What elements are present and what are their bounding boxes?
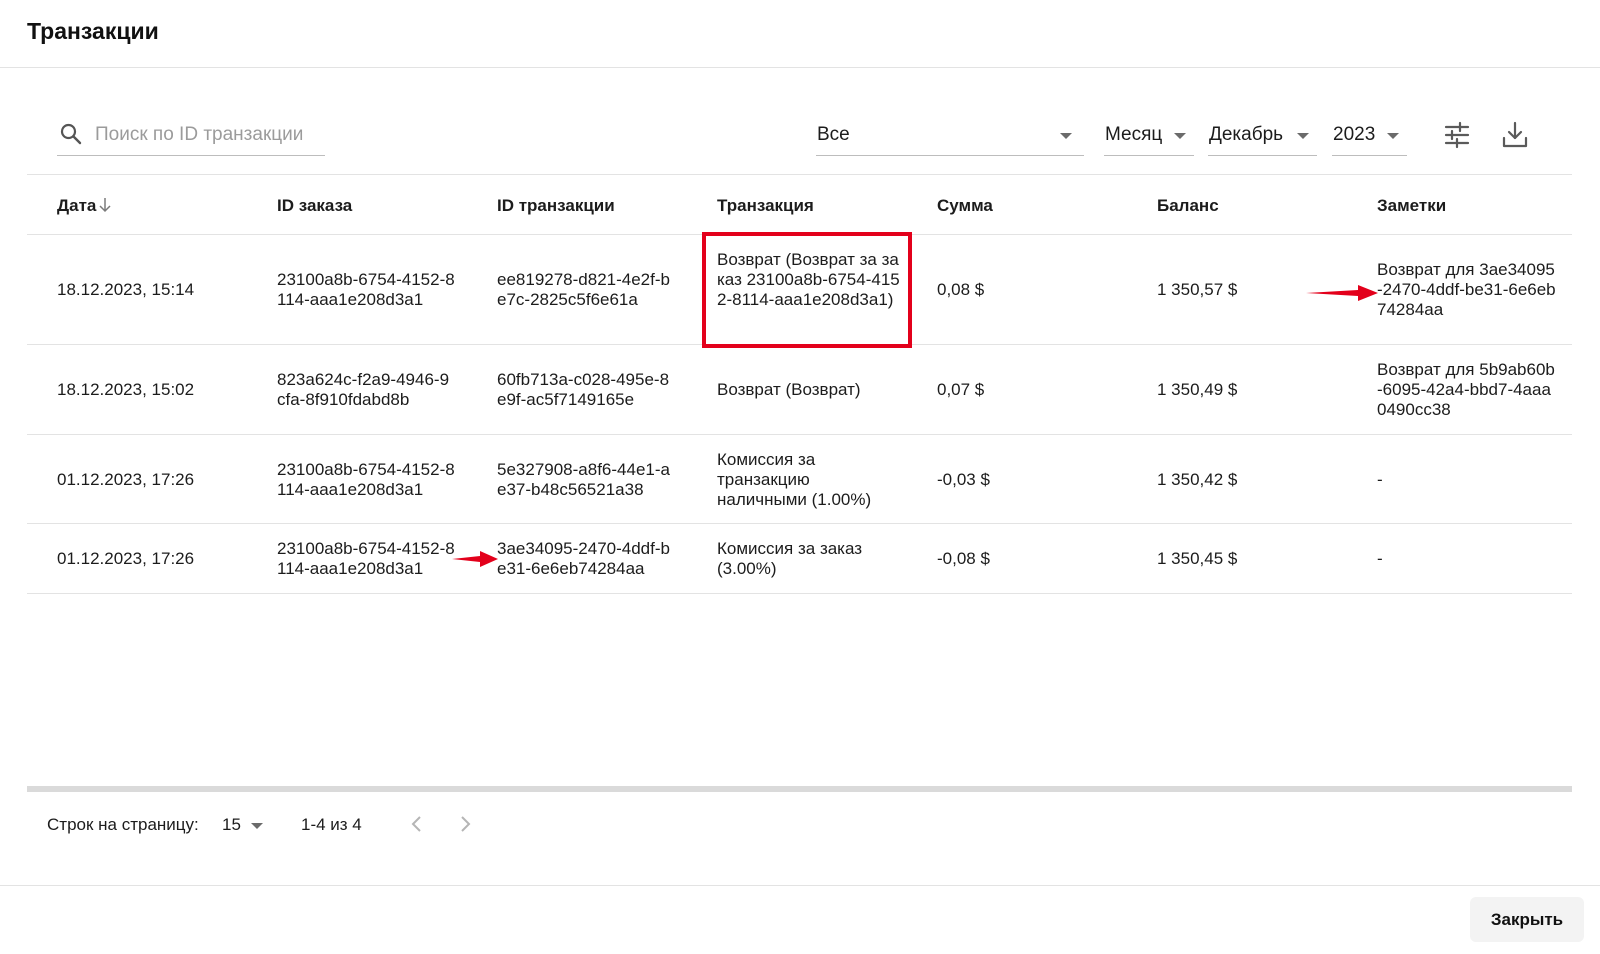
pagination-range: 1-4 из 4 bbox=[301, 815, 362, 834]
cell-date: 18.12.2023, 15:14 bbox=[57, 280, 195, 299]
cell-notes: Возврат для 3ae34095-2470-4ddf-be31-6e6e… bbox=[1377, 260, 1556, 319]
period-select[interactable]: Месяц bbox=[1104, 114, 1194, 156]
annotation-arrow-icon bbox=[1306, 285, 1378, 301]
caret-down-icon bbox=[1297, 133, 1309, 139]
column-header-date-label: Дата bbox=[57, 196, 97, 215]
transaction-type-select[interactable]: Все bbox=[816, 114, 1084, 156]
annotation-arrow-icon bbox=[452, 551, 498, 567]
cell-transaction-id: ee819278-d821-4e2f-be7c-2825c5f6e61a bbox=[497, 270, 670, 309]
cell-date: 18.12.2023, 15:02 bbox=[57, 380, 195, 399]
cell-transaction: Возврат (Возврат) bbox=[717, 380, 861, 399]
download-icon[interactable] bbox=[1500, 120, 1530, 150]
column-header-transaction-id: ID транзакции bbox=[497, 196, 615, 215]
cell-order-id: 23100a8b-6754-4152-8114-aaa1e208d3a1 bbox=[277, 539, 455, 578]
cell-transaction-id: 60fb713a-c028-495e-8e9f-ac5f7149165e bbox=[497, 370, 670, 409]
search-box[interactable] bbox=[57, 114, 325, 156]
rows-per-page-select[interactable]: 15 bbox=[222, 815, 241, 835]
rows-per-page-label: Строк на страницу: bbox=[47, 815, 199, 834]
cell-order-id: 23100a8b-6754-4152-8114-aaa1e208d3a1 bbox=[277, 460, 455, 499]
cell-notes: - bbox=[1377, 470, 1383, 489]
column-header-notes: Заметки bbox=[1377, 196, 1447, 215]
column-header-amount: Сумма bbox=[937, 196, 993, 215]
dialog-header: Транзакции bbox=[0, 0, 1600, 68]
cell-transaction: Комиссия за заказ (3.00%) bbox=[717, 539, 863, 578]
tune-icon[interactable] bbox=[1442, 120, 1472, 150]
cell-notes: Возврат для 5b9ab60b-6095-42a4-bbd7-4aaa… bbox=[1377, 360, 1555, 419]
cell-amount: -0,08 $ bbox=[937, 549, 990, 568]
caret-down-icon bbox=[1174, 133, 1186, 139]
column-header-transaction: Транзакция bbox=[717, 196, 814, 215]
cell-date: 01.12.2023, 17:26 bbox=[57, 470, 195, 489]
search-input[interactable] bbox=[95, 122, 321, 148]
cell-date: 01.12.2023, 17:26 bbox=[57, 549, 195, 568]
dialog-footer bbox=[0, 885, 1600, 954]
table-row[interactable]: 01.12.2023, 17:26 23100a8b-6754-4152-811… bbox=[27, 435, 1572, 524]
year-select[interactable]: 2023 bbox=[1332, 114, 1407, 156]
close-button[interactable]: Закрыть bbox=[1470, 897, 1584, 942]
year-value: 2023 bbox=[1333, 124, 1376, 145]
caret-down-icon[interactable] bbox=[251, 823, 263, 829]
period-value: Месяц bbox=[1105, 124, 1163, 145]
table-row[interactable]: 01.12.2023, 17:26 23100a8b-6754-4152-811… bbox=[27, 524, 1572, 594]
caret-down-icon bbox=[1387, 133, 1399, 139]
cell-transaction-id: 5e327908-a8f6-44e1-ae37-b48c56521a38 bbox=[497, 460, 670, 499]
table-header: Дата ID заказа ID транзакции Транзакция … bbox=[27, 175, 1572, 235]
table-row[interactable]: 18.12.2023, 15:02 823a624c-f2a9-4946-9cf… bbox=[27, 345, 1572, 435]
month-select[interactable]: Декабрь bbox=[1208, 114, 1317, 156]
horizontal-scrollbar[interactable] bbox=[27, 786, 1572, 792]
cell-amount: 0,08 $ bbox=[937, 280, 985, 299]
cell-transaction: Комиссия за транзакцию наличными (1.00%) bbox=[717, 450, 872, 509]
cell-order-id: 823a624c-f2a9-4946-9cfa-8f910fdabd8b bbox=[277, 370, 450, 409]
cell-transaction-id: 3ae34095-2470-4ddf-be31-6e6eb74284aa bbox=[497, 539, 670, 578]
cell-balance: 1 350,49 $ bbox=[1157, 380, 1238, 399]
search-icon bbox=[60, 123, 82, 145]
transaction-type-value: Все bbox=[817, 124, 850, 145]
cell-balance: 1 350,42 $ bbox=[1157, 470, 1238, 489]
arrow-down-icon bbox=[99, 198, 111, 213]
caret-down-icon bbox=[1060, 133, 1072, 139]
column-header-date[interactable]: Дата bbox=[57, 196, 112, 216]
chevron-left-icon[interactable] bbox=[405, 812, 429, 836]
cell-order-id: 23100a8b-6754-4152-8114-aaa1e208d3a1 bbox=[277, 270, 455, 309]
page-title: Транзакции bbox=[27, 18, 159, 44]
column-header-order-id: ID заказа bbox=[277, 196, 353, 215]
cell-balance: 1 350,45 $ bbox=[1157, 549, 1238, 568]
cell-amount: 0,07 $ bbox=[937, 380, 985, 399]
annotation-highlight-box bbox=[702, 232, 912, 348]
month-value: Декабрь bbox=[1209, 124, 1284, 145]
chevron-right-icon[interactable] bbox=[453, 812, 477, 836]
cell-amount: -0,03 $ bbox=[937, 470, 990, 489]
column-header-balance: Баланс bbox=[1157, 196, 1219, 215]
cell-notes: - bbox=[1377, 549, 1383, 568]
